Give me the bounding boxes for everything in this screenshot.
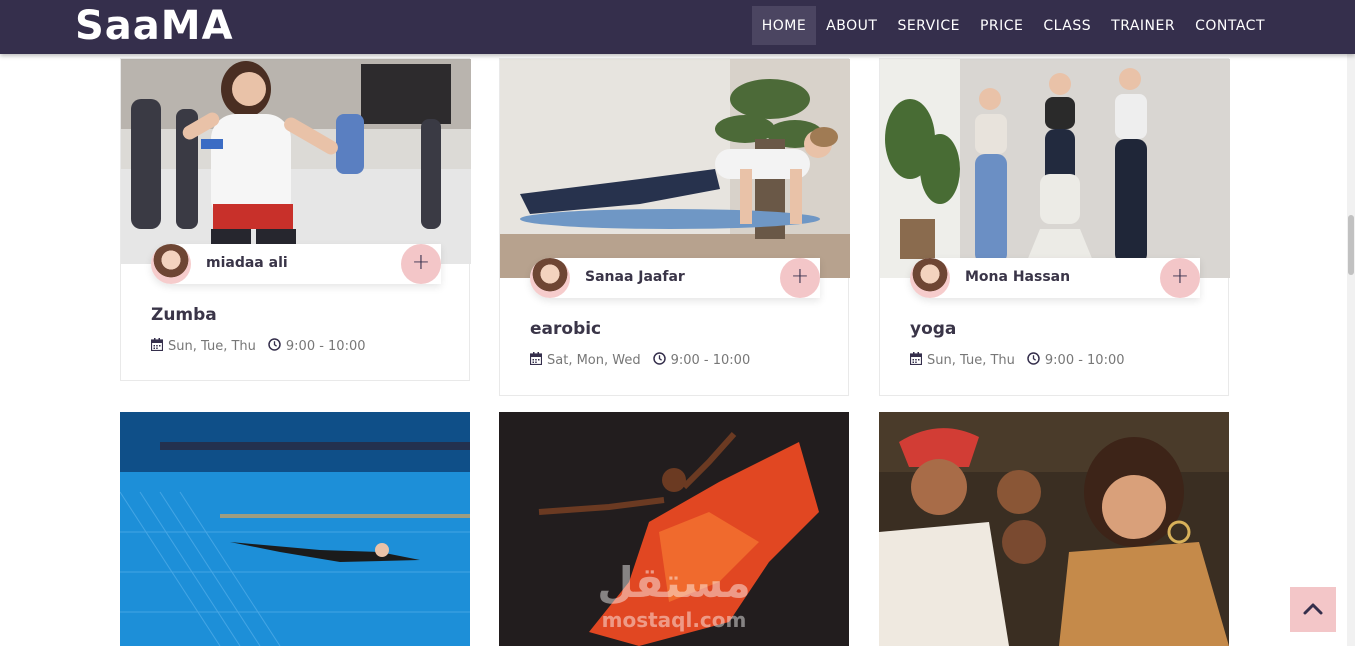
plus-icon[interactable]: + xyxy=(780,258,820,298)
class-image-dance: مستقل mostaql.com xyxy=(499,412,849,646)
class-card-zumba: miadaa ali + Zumba Sun, Tue, Thu 9:00 - … xyxy=(120,58,471,381)
class-title[interactable]: Zumba xyxy=(151,305,217,325)
plus-icon[interactable]: + xyxy=(401,244,441,284)
class-schedule: Sat, Mon, Wed 9:00 - 10:00 xyxy=(529,352,751,369)
class-image-zumba xyxy=(121,59,471,264)
nav-menu: HOME ABOUT SERVICE PRICE CLASS TRAINER C… xyxy=(751,6,1275,45)
chevron-up-icon xyxy=(1290,603,1336,636)
class-schedule: Sun, Tue, Thu 9:00 - 10:00 xyxy=(150,338,366,355)
class-image-yoga xyxy=(880,59,1230,278)
class-card-swimming xyxy=(120,412,470,646)
clock-icon xyxy=(1027,352,1040,369)
class-card-yoga: Mona Hassan + yoga Sun, Tue, Thu 9:00 - … xyxy=(879,58,1230,396)
back-to-top-button[interactable] xyxy=(1290,587,1336,632)
class-schedule: Sun, Tue, Thu 9:00 - 10:00 xyxy=(909,352,1125,369)
trainer-name[interactable]: Sanaa Jaafar xyxy=(585,269,685,285)
trainer-bar: miadaa ali + xyxy=(151,244,441,284)
class-image-folk-dance xyxy=(879,412,1229,646)
class-card-dance: مستقل mostaql.com xyxy=(499,412,849,646)
class-card-earobic: Sanaa Jaafar + earobic Sat, Mon, Wed 9:0… xyxy=(499,58,850,396)
watermark-latin: mostaql.com xyxy=(602,608,747,632)
watermark-arabic: مستقل xyxy=(597,558,751,607)
trainer-avatar xyxy=(530,258,570,298)
nav-item-trainer[interactable]: TRAINER xyxy=(1101,6,1185,45)
class-time: 9:00 - 10:00 xyxy=(670,353,751,368)
calendar-icon xyxy=(529,352,543,369)
nav-item-home[interactable]: HOME xyxy=(751,6,817,45)
class-image-swimming xyxy=(120,412,470,646)
trainer-bar: Sanaa Jaafar + xyxy=(530,258,820,298)
trainer-avatar xyxy=(151,244,191,284)
nav-item-contact[interactable]: CONTACT xyxy=(1185,6,1275,45)
trainer-name[interactable]: Mona Hassan xyxy=(965,269,1070,285)
calendar-icon xyxy=(150,338,164,355)
class-title[interactable]: yoga xyxy=(910,319,956,339)
brand-logo[interactable]: SaaMA xyxy=(75,3,234,49)
plus-icon[interactable]: + xyxy=(1160,258,1200,298)
clock-icon xyxy=(268,338,281,355)
trainer-bar: Mona Hassan + xyxy=(910,258,1200,298)
trainer-name[interactable]: miadaa ali xyxy=(206,255,288,271)
scrollbar-track[interactable] xyxy=(1347,54,1355,646)
class-days: Sat, Mon, Wed xyxy=(547,353,641,368)
nav-item-about[interactable]: ABOUT xyxy=(816,6,887,45)
class-time: 9:00 - 10:00 xyxy=(285,339,366,354)
calendar-icon xyxy=(909,352,923,369)
navbar: SaaMA HOME ABOUT SERVICE PRICE CLASS TRA… xyxy=(0,0,1355,54)
nav-item-class[interactable]: CLASS xyxy=(1033,6,1101,45)
class-image-earobic xyxy=(500,59,850,278)
clock-icon xyxy=(652,352,666,369)
class-time: 9:00 - 10:00 xyxy=(1044,353,1125,368)
scrollbar-thumb[interactable] xyxy=(1348,215,1354,275)
class-title[interactable]: earobic xyxy=(530,319,601,339)
class-days: Sun, Tue, Thu xyxy=(927,353,1015,368)
nav-item-service[interactable]: SERVICE xyxy=(887,6,970,45)
trainer-avatar xyxy=(910,258,950,298)
class-card-folk-dance xyxy=(879,412,1229,646)
class-days: Sun, Tue, Thu xyxy=(168,339,256,354)
nav-item-price[interactable]: PRICE xyxy=(970,6,1033,45)
